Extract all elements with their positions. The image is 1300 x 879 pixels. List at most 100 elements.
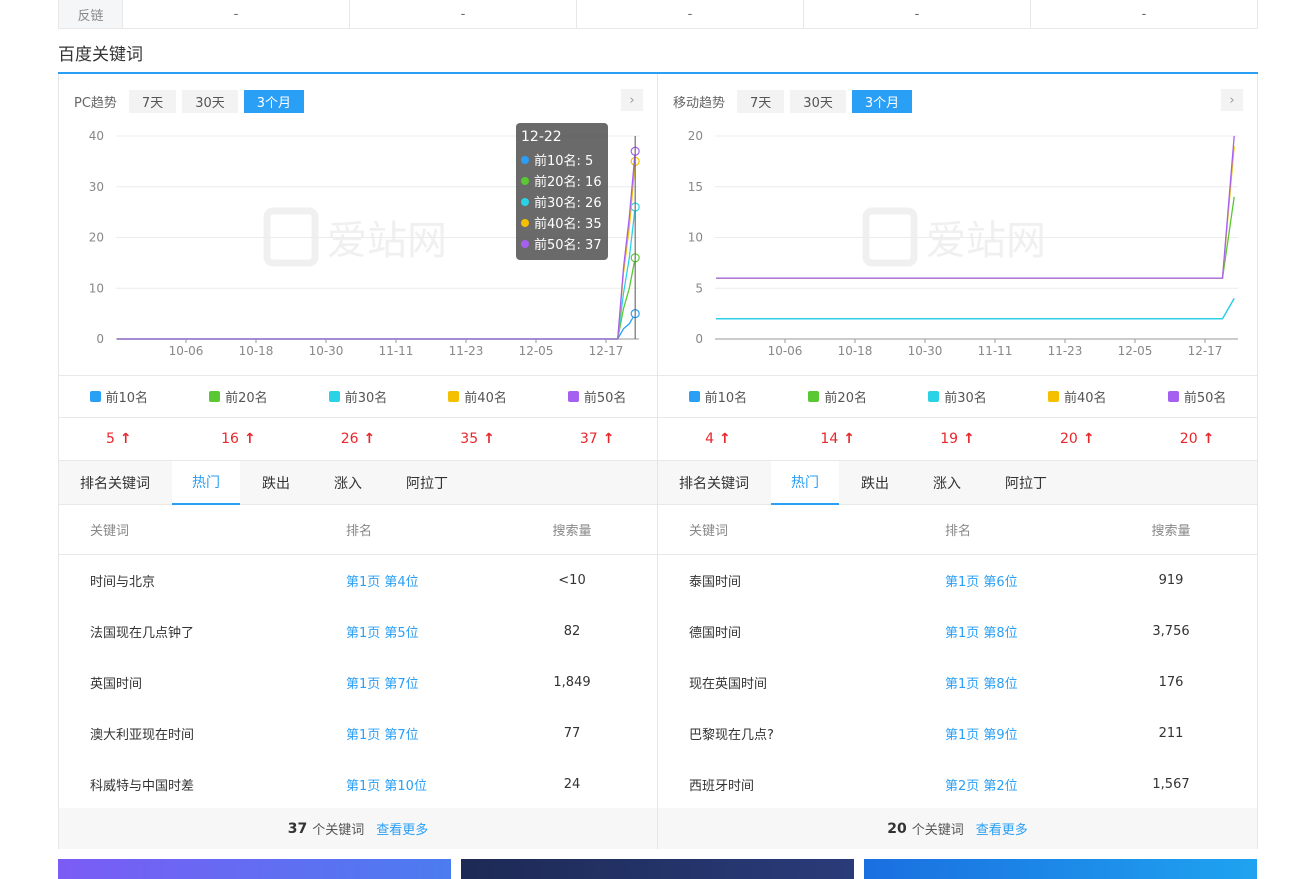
legend-item[interactable]: 前10名 <box>59 376 179 417</box>
legend-swatch <box>688 391 700 402</box>
keyword-tab[interactable]: 热门 <box>172 461 240 505</box>
arrow-up-icon: ↑ <box>718 431 731 447</box>
rank-count: 19 ↑ <box>898 418 1018 460</box>
tooltip-row: 前10名: 5 <box>521 149 603 170</box>
range-tab[interactable]: 30天 <box>182 89 238 113</box>
column-header-keyword: 关键词 <box>90 524 130 539</box>
keyword-text: 时间与北京 <box>90 575 156 590</box>
range-tab[interactable]: 7天 <box>737 89 785 113</box>
rank-count-value: 26 <box>340 431 359 447</box>
keyword-tab[interactable]: 跌出 <box>240 461 312 505</box>
rank-link[interactable]: 第1页 第8位 <box>945 673 1018 692</box>
x-tick-label: 10-06 <box>169 344 204 358</box>
trend-title: PC趋势 <box>74 95 117 111</box>
view-more-link[interactable]: 查看更多 <box>376 819 428 838</box>
rank-count-value: 16 <box>221 431 239 447</box>
backlinks-label: 反链 <box>59 0 123 28</box>
legend-item[interactable]: 前50名 <box>537 376 657 417</box>
y-tick-label: 10 <box>89 281 104 295</box>
search-volume: 176 <box>1158 675 1184 690</box>
rank-link[interactable]: 第1页 第7位 <box>346 724 419 743</box>
tooltip-dot <box>521 239 529 248</box>
keyword-tab[interactable]: 阿拉丁 <box>983 461 1069 505</box>
rank-link[interactable]: 第2页 第2位 <box>945 775 1018 794</box>
keyword-tab[interactable]: 涨入 <box>312 461 384 505</box>
legend-item[interactable]: 前50名 <box>1137 376 1257 417</box>
view-more-link[interactable]: 查看更多 <box>976 819 1028 838</box>
arrow-up-icon: ↑ <box>602 431 615 447</box>
legend-swatch <box>448 391 460 402</box>
keyword-footer: 20 个关键词 查看更多 <box>658 808 1257 849</box>
rank-count-value: 37 <box>579 431 598 447</box>
keyword-text: 现在英国时间 <box>689 677 768 692</box>
tooltip-row: 前20名: 16 <box>521 170 603 191</box>
rank-count: 26 ↑ <box>298 418 418 460</box>
rank-link[interactable]: 第1页 第4位 <box>346 571 419 590</box>
arrow-up-icon: ↑ <box>119 431 132 447</box>
trend-title: 移动趋势 <box>673 95 726 111</box>
chevron-right-icon[interactable]: › <box>1221 89 1243 111</box>
keyword-tab[interactable]: 排名关键词 <box>658 461 771 505</box>
legend-item[interactable]: 前30名 <box>298 376 418 417</box>
legend-item[interactable]: 前10名 <box>658 376 778 417</box>
legend-item[interactable]: 前20名 <box>179 376 299 417</box>
arrow-up-icon: ↑ <box>843 431 855 447</box>
range-tab[interactable]: 3个月 <box>243 89 305 113</box>
keyword-tab[interactable]: 排名关键词 <box>59 461 172 505</box>
legend-item[interactable]: 前30名 <box>898 376 1018 417</box>
table-row: 法国现在几点钟了 第1页 第5位 82 <box>59 606 657 657</box>
table-row: 英国时间 第1页 第7位 1,849 <box>59 657 657 708</box>
rank-count-value: 20 <box>1179 431 1198 447</box>
tooltip-dot <box>521 197 529 206</box>
series-line <box>117 257 636 340</box>
mobile-panel: 移动趋势 7天 30天 3个月 › 爱站网 0 5 10 15 20 10-06 10-18 10-30 1… <box>658 74 1258 849</box>
legend-swatch <box>928 391 940 402</box>
arrow-up-icon: ↑ <box>1202 431 1215 447</box>
keyword-total: 37 <box>287 820 308 837</box>
range-tab[interactable]: 7天 <box>128 89 177 113</box>
tooltip-row: 前50名: 37 <box>521 233 603 254</box>
ad-banner[interactable] <box>58 859 451 879</box>
search-volume: 77 <box>563 726 581 741</box>
rank-link[interactable]: 第1页 第10位 <box>346 775 427 794</box>
keyword-tab[interactable]: 热门 <box>771 461 839 505</box>
keyword-text: 英国时间 <box>90 677 143 692</box>
series-line <box>716 298 1235 320</box>
rank-link[interactable]: 第1页 第5位 <box>346 622 419 641</box>
legend-label: 前10名 <box>704 391 748 406</box>
keyword-tab[interactable]: 涨入 <box>911 461 983 505</box>
arrow-up-icon: ↑ <box>363 431 376 447</box>
legend-label: 前20名 <box>225 391 268 406</box>
legend-item[interactable]: 前20名 <box>778 376 898 417</box>
rank-link[interactable]: 第1页 第7位 <box>346 673 419 692</box>
legend-item[interactable]: 前40名 <box>418 376 538 417</box>
keyword-footer: 37 个关键词 查看更多 <box>59 808 657 849</box>
tooltip-value: 前20名: 16 <box>534 175 602 190</box>
keyword-text: 泰国时间 <box>689 575 742 590</box>
series-line <box>117 313 636 340</box>
column-header-rank: 排名 <box>945 524 972 539</box>
range-tab[interactable]: 3个月 <box>851 89 913 113</box>
rank-link[interactable]: 第1页 第6位 <box>945 571 1018 590</box>
legend-item[interactable]: 前40名 <box>1017 376 1137 417</box>
ad-banner[interactable] <box>864 859 1257 879</box>
chevron-right-icon[interactable]: › <box>621 89 643 111</box>
tooltip-dot <box>521 176 529 185</box>
x-tick-label: 10-18 <box>838 344 873 358</box>
range-tab[interactable]: 30天 <box>790 89 846 113</box>
y-tick-label: 5 <box>695 281 703 295</box>
search-volume: 1,849 <box>553 675 591 690</box>
backlinks-cell: - <box>1141 6 1147 22</box>
rank-link[interactable]: 第1页 第8位 <box>945 622 1018 641</box>
search-volume: 3,756 <box>1152 624 1190 639</box>
ad-banner[interactable] <box>461 859 854 879</box>
table-row: 科威特与中国时差 第1页 第10位 24 <box>59 759 657 810</box>
legend-label: 前50名 <box>583 391 627 406</box>
keyword-tab[interactable]: 阿拉丁 <box>384 461 470 505</box>
y-tick-label: 30 <box>89 180 104 194</box>
keyword-tab[interactable]: 跌出 <box>839 461 911 505</box>
column-header-rank: 排名 <box>346 524 373 539</box>
rank-count-value: 20 <box>1060 431 1078 447</box>
arrow-up-icon: ↑ <box>1082 431 1095 447</box>
rank-link[interactable]: 第1页 第9位 <box>945 724 1018 743</box>
